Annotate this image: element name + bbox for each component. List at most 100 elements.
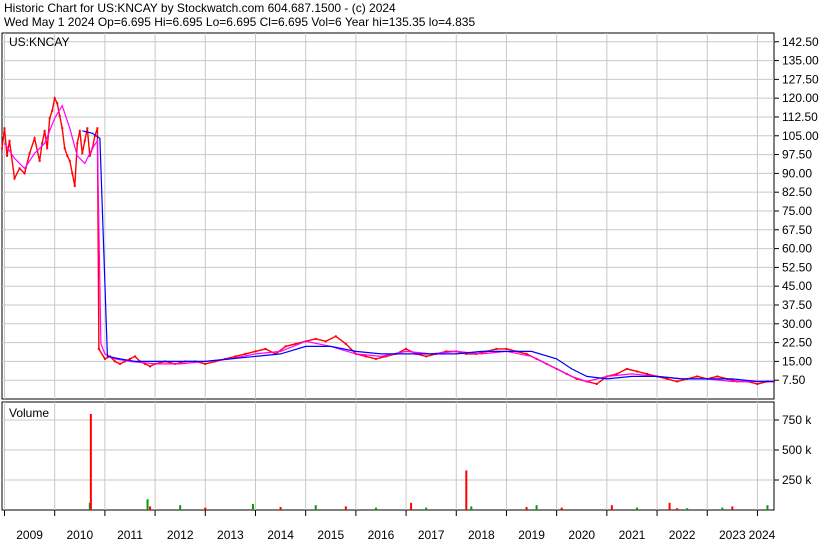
volume-panel-title: Volume (9, 406, 49, 420)
x-tick-label: 2019 (518, 528, 545, 542)
volume-y-tick-label: 500 k (782, 443, 812, 457)
price-point (405, 347, 408, 350)
price-y-tick-label: 142.50 (782, 35, 819, 49)
x-axis-ticks: 2009 2010 2011 2012 2013 2014 2015 2016 2017 2018… (4, 510, 776, 542)
price-point (23, 172, 26, 175)
price-point (128, 357, 131, 360)
price-point (646, 372, 649, 375)
price-y-tick-label: 22.50 (782, 336, 812, 350)
volume-up-bar (374, 507, 377, 510)
price-point (56, 102, 59, 105)
price-point (666, 377, 669, 380)
volume-down-bar (410, 502, 413, 510)
x-tick-label: 2024 (749, 528, 776, 542)
volume-down-bar (89, 414, 92, 510)
x-tick-label: 2013 (217, 528, 244, 542)
price-y-tick-label: 120.00 (782, 91, 819, 105)
price-point (595, 382, 598, 385)
price-point (204, 362, 207, 365)
x-tick-label: 2014 (267, 528, 294, 542)
price-point (8, 139, 11, 142)
price-point (51, 109, 54, 112)
price-point (71, 172, 74, 175)
price-point (81, 152, 84, 155)
price-point (505, 347, 508, 350)
price-point (1, 147, 3, 150)
price-point (264, 347, 267, 350)
volume-up-bar (314, 505, 317, 510)
price-y-tick-label: 127.50 (782, 72, 819, 86)
price-y-tick-label: 7.50 (782, 373, 806, 387)
price-point (61, 127, 64, 130)
price-y-tick-label: 97.50 (782, 148, 812, 162)
price-point (18, 167, 21, 170)
price-y-tick-label: 105.00 (782, 129, 819, 143)
stock-chart: 7.50 15.00 22.50 30.00 37.50 45.00 52.50 60.00 6… (1, 32, 819, 542)
price-y-tick-label: 90.00 (782, 166, 812, 180)
price-y-tick-label: 135.00 (782, 54, 819, 68)
x-tick-label: 2017 (418, 528, 445, 542)
price-point (58, 114, 61, 117)
volume-up-bar (179, 505, 182, 510)
price-point (73, 184, 76, 187)
price-point (38, 159, 41, 162)
price-point (615, 372, 618, 375)
price-point (374, 357, 377, 360)
price-point (13, 177, 16, 180)
price-y-tick-label: 15.00 (782, 354, 812, 368)
volume-up-bar (635, 507, 638, 510)
price-panel-title: US:KNCAY (9, 35, 69, 49)
volume-down-bar (610, 505, 613, 510)
price-point (118, 362, 121, 365)
volume-down-bar (465, 470, 468, 510)
price-point (103, 357, 106, 360)
price-point (46, 147, 49, 150)
price-point (334, 335, 337, 338)
volume-down-bar (676, 508, 679, 510)
price-point (425, 355, 428, 358)
price-panel-frame (1, 32, 775, 400)
price-point (149, 365, 152, 368)
price-point (43, 129, 46, 132)
price-y-tick-label: 75.00 (782, 204, 812, 218)
price-point (28, 152, 31, 155)
volume-up-bar (686, 508, 689, 510)
price-y-tick-label: 37.50 (782, 298, 812, 312)
price-point (97, 347, 100, 350)
x-tick-label: 2021 (619, 528, 646, 542)
price-point (33, 137, 36, 140)
price-point (525, 352, 528, 355)
x-tick-label: 2009 (16, 528, 43, 542)
price-point (364, 355, 367, 358)
volume-up-bar (535, 505, 538, 510)
x-tick-label: 2012 (167, 528, 194, 542)
volume-down-bar (560, 507, 563, 510)
price-point (234, 355, 237, 358)
price-point (63, 147, 66, 150)
price-point (716, 375, 719, 378)
volume-down-bar (668, 502, 671, 510)
volume-down-bar (149, 506, 152, 510)
price-point (284, 345, 287, 348)
price-y-tick-label: 52.50 (782, 260, 812, 274)
price-point (66, 154, 69, 157)
price-point (244, 352, 247, 355)
price-y-tick-label: 45.00 (782, 279, 812, 293)
x-tick-label: 2011 (117, 528, 143, 542)
volume-down-bar (204, 507, 207, 510)
volume-up-bar (766, 505, 769, 510)
price-point (113, 360, 116, 363)
volume-panel-frame (1, 401, 775, 511)
price-y-ticks: 7.50 15.00 22.50 30.00 37.50 45.00 52.50 60.00 6… (774, 35, 819, 387)
x-tick-label: 2010 (66, 528, 93, 542)
price-point (96, 127, 99, 130)
volume-up-bar (146, 499, 149, 510)
price-y-tick-label: 82.50 (782, 185, 812, 199)
price-point (68, 159, 71, 162)
volume-down-bar (525, 507, 528, 510)
price-point (48, 117, 51, 120)
price-y-tick-label: 112.50 (782, 110, 818, 124)
x-tick-label: 2015 (317, 528, 344, 542)
price-y-tick-label: 60.00 (782, 242, 812, 256)
volume-y-tick-label: 250 k (782, 473, 812, 487)
